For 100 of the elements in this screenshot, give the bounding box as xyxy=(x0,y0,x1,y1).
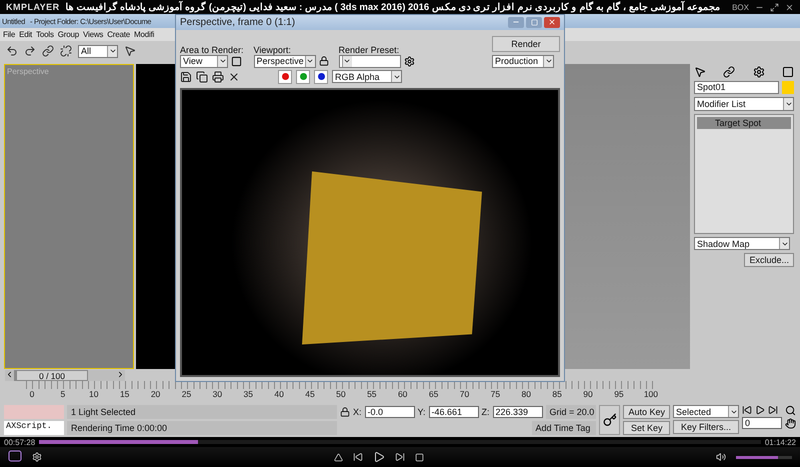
modifier-list[interactable]: Modifier List xyxy=(694,97,794,111)
y-label: Y: xyxy=(418,407,426,417)
auto-key-button[interactable]: Auto Key xyxy=(623,405,670,419)
caret-icon xyxy=(343,57,352,65)
volume-slider[interactable] xyxy=(736,456,792,458)
link-icon[interactable] xyxy=(42,45,54,57)
tick-label: 60 xyxy=(396,389,408,401)
menu-item[interactable]: Views xyxy=(83,30,104,39)
selection-status: 1 Light Selected xyxy=(67,405,337,419)
tick-label: 15 xyxy=(118,389,130,401)
render-time: Rendering Time 0:00:00 xyxy=(67,421,337,435)
previous-icon[interactable] xyxy=(353,452,363,462)
stop-icon[interactable] xyxy=(415,452,424,462)
tick-label: 80 xyxy=(520,389,532,401)
set-key-button[interactable]: Set Key xyxy=(623,421,670,435)
save-icon[interactable] xyxy=(180,70,192,83)
menu-item[interactable]: File xyxy=(3,30,16,39)
tick-label: 100 xyxy=(644,389,656,401)
3d-mode-icon[interactable] xyxy=(8,450,22,462)
player-logo: KMPLAYER xyxy=(6,2,60,12)
color-swatch[interactable] xyxy=(782,81,794,94)
clear-icon[interactable] xyxy=(228,70,240,83)
selection-filter[interactable]: All xyxy=(78,44,118,58)
x-label: X: xyxy=(353,407,362,417)
name-field[interactable]: Spot01 xyxy=(694,81,779,94)
caret-icon xyxy=(544,57,552,65)
total-time: 01:14:22 xyxy=(764,438,796,446)
preset-dropdown[interactable] xyxy=(338,54,401,68)
box-label: BOX xyxy=(732,2,749,12)
unlink-icon[interactable] xyxy=(60,45,72,57)
y-field[interactable]: -46.661 xyxy=(428,406,479,418)
exclude-button[interactable]: Exclude... xyxy=(744,253,794,267)
tick-label: 45 xyxy=(304,389,316,401)
tick-label: 0 xyxy=(28,389,36,401)
close-icon xyxy=(548,18,556,26)
copy-icon[interactable] xyxy=(196,70,208,83)
volume-icon[interactable] xyxy=(716,452,726,462)
shadow-type-dropdown[interactable]: Shadow Map xyxy=(694,237,790,250)
tick-label: 20 xyxy=(150,389,162,401)
pointer-icon[interactable] xyxy=(124,45,136,57)
render-button[interactable]: Render xyxy=(492,36,560,52)
menu-item[interactable]: Modifi xyxy=(134,30,154,39)
settings-icon[interactable] xyxy=(32,452,42,462)
channel-dropdown[interactable]: RGB Alpha xyxy=(332,70,402,84)
maximize-icon[interactable] xyxy=(770,2,779,12)
play-icon[interactable] xyxy=(373,451,385,463)
menu-item[interactable]: Group xyxy=(58,30,80,39)
tick-label: 40 xyxy=(273,389,285,401)
channel-toggle[interactable] xyxy=(314,70,328,84)
x-field[interactable]: -0.0 xyxy=(364,406,415,418)
viewport-label: Perspective xyxy=(7,67,49,76)
elapsed-time: 00:57:28 xyxy=(4,438,36,446)
menu-item[interactable]: Tools xyxy=(36,30,54,39)
channel-toggle[interactable] xyxy=(296,70,310,84)
print-icon[interactable] xyxy=(212,70,224,83)
tick-label: 95 xyxy=(613,389,625,401)
undo-icon[interactable] xyxy=(6,45,18,57)
zoom-icon[interactable] xyxy=(785,405,796,416)
menu-item[interactable]: Create xyxy=(107,30,130,39)
time-slider-track[interactable]: 0 / 100 xyxy=(5,370,125,380)
close-button[interactable] xyxy=(544,16,560,28)
area-dropdown[interactable]: View xyxy=(180,54,228,68)
tick-label: 75 xyxy=(490,389,502,401)
caret-icon xyxy=(108,47,116,55)
next-icon[interactable] xyxy=(395,452,405,462)
z-field[interactable]: 226.339 xyxy=(492,406,543,418)
tick-label: 5 xyxy=(60,389,66,401)
frame-field[interactable]: 0 xyxy=(742,417,782,429)
close-icon[interactable] xyxy=(785,2,794,12)
tick-label: 90 xyxy=(582,389,594,401)
redo-icon[interactable] xyxy=(24,45,36,57)
key-filters-button[interactable]: Key Filters... xyxy=(673,420,739,434)
tick-label: 50 xyxy=(335,389,347,401)
time-slider-thumb[interactable]: 0 / 100 xyxy=(16,370,88,380)
lock-icon[interactable] xyxy=(340,407,350,417)
script-field[interactable]: AXScript. xyxy=(4,421,64,435)
pan-icon[interactable] xyxy=(785,418,796,429)
play-icon[interactable] xyxy=(755,405,765,415)
tick-label: 55 xyxy=(366,389,378,401)
key-icon xyxy=(602,413,616,427)
grid-status: Grid = 20.0 xyxy=(546,405,596,419)
viewport-dropdown[interactable]: Perspective xyxy=(254,54,316,68)
tick-label: 70 xyxy=(458,389,470,401)
stack-item[interactable]: Target Spot xyxy=(697,117,791,129)
z-label: Z: xyxy=(482,407,490,417)
last-frame-icon[interactable] xyxy=(768,405,778,415)
video-title: مجموعه آموزشی جامع ، گام به گام و کاربردی نرم افزار تری دی مکس 2016 (3ds max 2016 ) مدرس : سعید فدایی (تیچرمن) گروه آموزشی پادشاه گرافیست ها xyxy=(66,1,720,13)
channel-toggle[interactable] xyxy=(278,70,292,84)
field-label: Render Preset: xyxy=(338,44,400,54)
key-mode-dropdown[interactable]: Selected xyxy=(673,405,739,418)
tick-label: 10 xyxy=(88,389,100,401)
tick-label: 25 xyxy=(180,389,192,401)
first-frame-icon[interactable] xyxy=(742,405,752,415)
menu-item[interactable]: Edit xyxy=(19,30,32,39)
render-mode-dropdown[interactable]: Production xyxy=(492,54,554,68)
eject-icon[interactable] xyxy=(334,452,343,462)
key-button[interactable] xyxy=(598,405,620,435)
time-tag[interactable]: Add Time Tag xyxy=(532,421,596,435)
lock-icon[interactable] xyxy=(318,56,329,66)
tick-label: 35 xyxy=(242,389,254,401)
